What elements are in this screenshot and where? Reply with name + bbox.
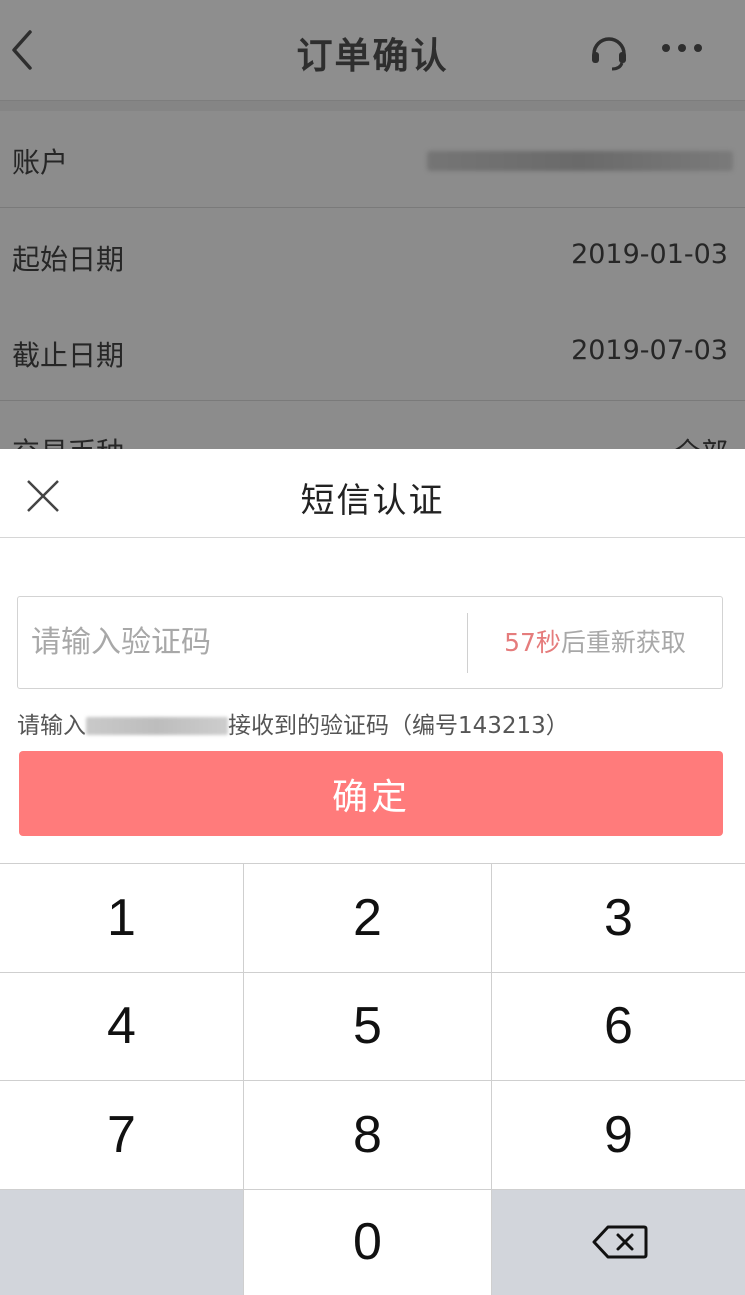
key-8[interactable]: 8 [244, 1081, 491, 1189]
headset-icon[interactable] [588, 30, 630, 72]
resend-code-button[interactable]: 57秒后重新获取 [468, 597, 722, 688]
hint-suffix: 接收到的验证码（编号143213） [228, 713, 569, 739]
page-title: 订单确认 [296, 36, 449, 77]
nav-bar: 订单确认 [0, 0, 745, 101]
verification-code-input[interactable] [18, 597, 466, 688]
sms-verification-sheet: 短信认证 57秒后重新获取 请输入 接收到的验证码（编号143213） 确定 1 … [0, 449, 745, 1295]
key-0[interactable]: 0 [244, 1190, 491, 1295]
currency-value: 全部 [674, 431, 728, 449]
countdown-seconds: 57秒 [504, 628, 561, 657]
currency-label: 交易币种 [12, 431, 124, 449]
key-1[interactable]: 1 [0, 864, 243, 972]
end-date-label: 截止日期 [12, 339, 125, 372]
currency-row: 交易币种 全部 [0, 401, 745, 449]
start-date-label: 起始日期 [12, 243, 125, 276]
end-date-value: 2019-07-03 [571, 335, 728, 366]
resend-label: 后重新获取 [560, 628, 686, 657]
numeric-keypad: 1 2 3 4 5 6 7 8 9 0 [0, 863, 745, 1295]
confirm-button[interactable]: 确定 [19, 751, 723, 836]
sheet-header: 短信认证 [0, 449, 745, 538]
key-3[interactable]: 3 [492, 864, 745, 972]
phone-number-redacted [86, 717, 228, 735]
end-date-row: 截止日期 2019-07-03 [0, 304, 745, 401]
key-6[interactable]: 6 [492, 973, 745, 1080]
hint-prefix: 请输入 [17, 713, 86, 739]
key-5[interactable]: 5 [244, 973, 491, 1080]
verification-code-box: 57秒后重新获取 [17, 596, 723, 689]
account-label: 账户 [12, 146, 69, 179]
key-2[interactable]: 2 [244, 864, 491, 972]
backspace-icon [592, 1225, 648, 1259]
verification-hint: 请输入 接收到的验证码（编号143213） [17, 706, 569, 740]
key-blank [0, 1190, 243, 1295]
key-7[interactable]: 7 [0, 1081, 243, 1189]
account-row: 账户 [0, 111, 745, 208]
key-4[interactable]: 4 [0, 973, 243, 1080]
account-value-redacted [427, 151, 733, 171]
delete-key[interactable] [492, 1190, 745, 1295]
section-gap [0, 101, 745, 111]
start-date-value: 2019-01-03 [571, 239, 728, 270]
more-dots-icon[interactable] [660, 36, 704, 60]
start-date-row: 起始日期 2019-01-03 [0, 208, 745, 305]
key-9[interactable]: 9 [492, 1081, 745, 1189]
sheet-title: 短信认证 [300, 481, 445, 521]
